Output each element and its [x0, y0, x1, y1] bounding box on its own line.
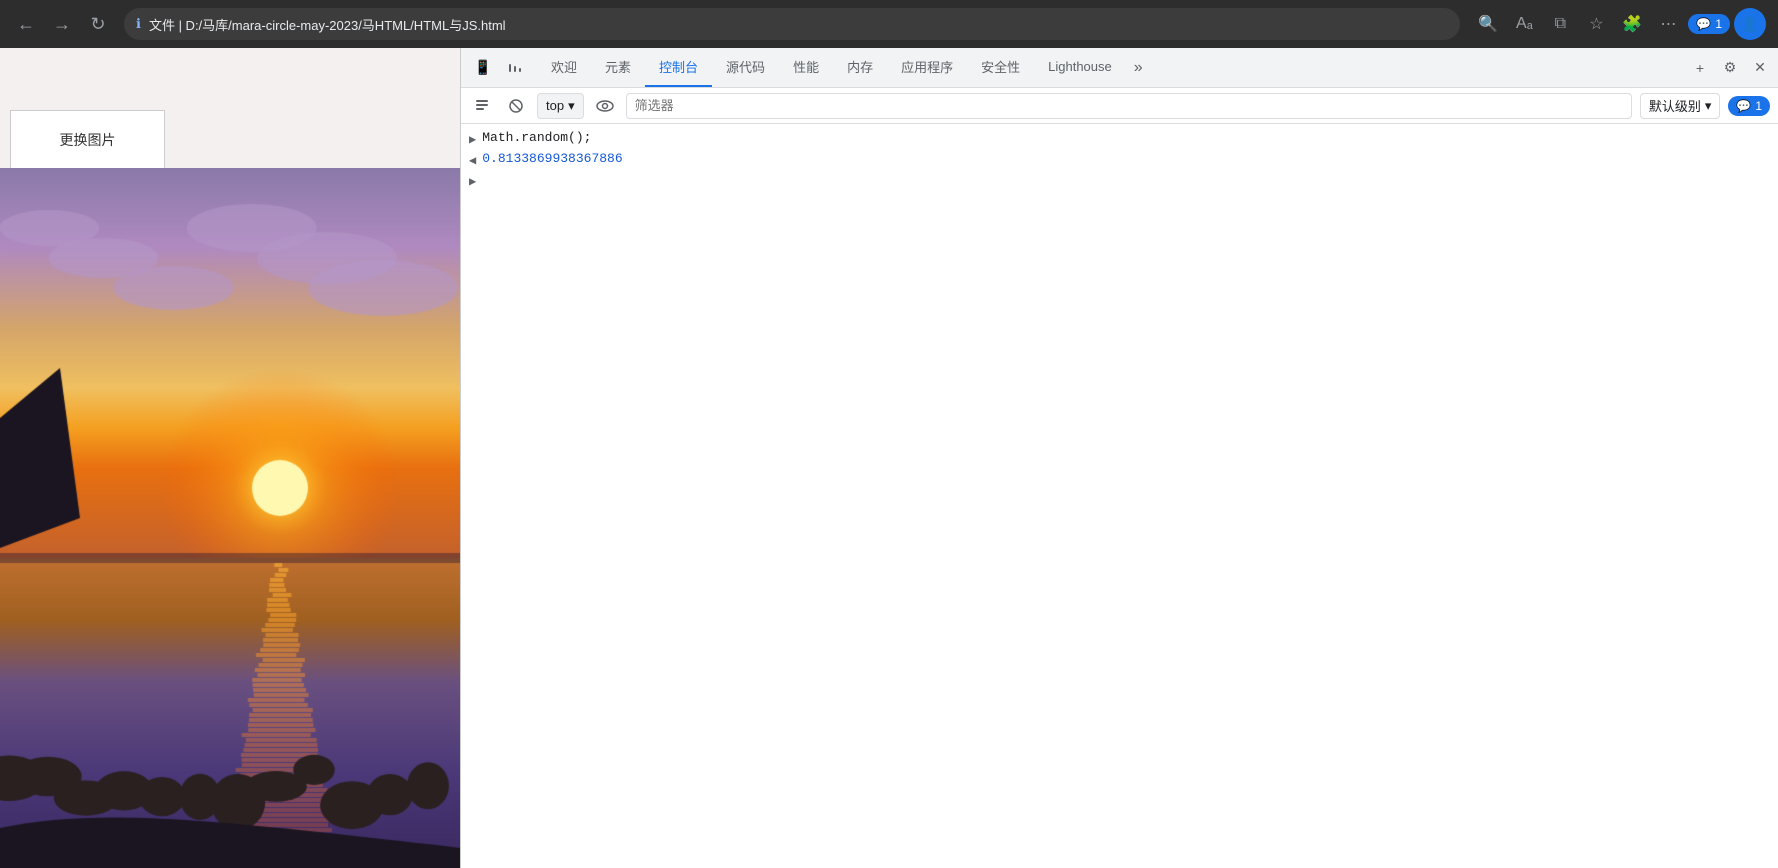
settings-button[interactable]: ⋯: [1652, 8, 1684, 40]
tab-lighthouse[interactable]: Lighthouse: [1034, 48, 1126, 87]
reload-button[interactable]: ↻: [84, 10, 112, 38]
reading-mode-button[interactable]: Aₐ: [1508, 8, 1540, 40]
expand-arrow[interactable]: ▶: [469, 132, 476, 147]
devtools-close-button[interactable]: ✕: [1746, 54, 1774, 82]
console-input-line: ▶ Math.random();: [461, 128, 1778, 149]
context-label: top: [546, 98, 564, 113]
back-button[interactable]: ←: [12, 10, 40, 38]
favorites-button[interactable]: ☆: [1580, 8, 1612, 40]
console-content: ▶ Math.random(); ◀ 0.8133869938367886 ▶: [461, 124, 1778, 868]
page-content: 更换图片: [0, 48, 460, 868]
tab-elements[interactable]: 元素: [591, 48, 645, 87]
browser-toolbar-right: 🔍 Aₐ ⧉ ☆ 🧩 ⋯ 💬 1 👤: [1472, 8, 1766, 40]
devtools-tab-icons: 📱: [469, 48, 537, 87]
context-dropdown-icon: ▾: [568, 98, 575, 114]
info-icon: ℹ: [136, 16, 141, 32]
issue-icon: 💬: [1736, 99, 1751, 113]
network-conditions-icon[interactable]: [501, 54, 529, 82]
log-level-selector[interactable]: 默认级别 ▾: [1640, 93, 1721, 119]
main-area: 更换图片 📱 欢迎 元素 控制台 源代码 性能 内: [0, 48, 1778, 868]
clear-console-button[interactable]: [469, 93, 495, 119]
console-prompt-line[interactable]: ▶: [461, 170, 1778, 191]
devtools-tab-actions: + ⚙ ✕: [1686, 48, 1778, 87]
tab-performance[interactable]: 性能: [779, 48, 833, 87]
return-arrow: ◀: [469, 153, 476, 168]
console-toolbar: top ▾ 默认级别 ▾ 💬 1: [461, 88, 1778, 124]
filter-input[interactable]: [626, 93, 1632, 119]
console-input-code: Math.random();: [482, 130, 591, 145]
more-tabs-button[interactable]: »: [1126, 48, 1151, 87]
tab-console[interactable]: 控制台: [645, 48, 712, 87]
profile-button[interactable]: 👤: [1734, 8, 1766, 40]
tab-welcome[interactable]: 欢迎: [537, 48, 591, 87]
tab-count-icon: 💬: [1696, 17, 1711, 31]
tab-memory[interactable]: 内存: [833, 48, 887, 87]
live-expression-button[interactable]: [592, 93, 618, 119]
split-button[interactable]: ⧉: [1544, 8, 1576, 40]
collections-button[interactable]: 🧩: [1616, 8, 1648, 40]
tab-security[interactable]: 安全性: [967, 48, 1034, 87]
log-level-dropdown-icon: ▾: [1705, 98, 1712, 114]
prompt-arrow: ▶: [469, 174, 476, 189]
issue-count: 1: [1755, 99, 1762, 113]
device-toggle-icon[interactable]: 📱: [469, 54, 497, 82]
tab-sources[interactable]: 源代码: [712, 48, 779, 87]
add-tab-button[interactable]: +: [1686, 54, 1714, 82]
console-output-line: ◀ 0.8133869938367886: [461, 149, 1778, 170]
log-level-label: 默认级别: [1649, 96, 1701, 115]
tab-application[interactable]: 应用程序: [887, 48, 967, 87]
devtools-panel: 📱 欢迎 元素 控制台 源代码 性能 内存 应用程序 安全性 Lighthous…: [460, 48, 1778, 868]
change-image-button[interactable]: 更换图片: [10, 110, 165, 170]
browser-chrome: ← → ↻ ℹ 文件 | D:/马库/mara-circle-may-2023/…: [0, 0, 1778, 48]
devtools-tabs: 📱 欢迎 元素 控制台 源代码 性能 内存 应用程序 安全性 Lighthous…: [461, 48, 1778, 88]
nav-buttons: ← → ↻: [12, 10, 112, 38]
console-return-value: 0.8133869938367886: [482, 151, 622, 166]
sunset-canvas: [0, 168, 460, 868]
devtools-settings-button[interactable]: ⚙: [1716, 54, 1744, 82]
address-text: 文件 | D:/马库/mara-circle-may-2023/马HTML/HT…: [149, 15, 506, 34]
console-cursor[interactable]: [482, 172, 490, 187]
context-selector[interactable]: top ▾: [537, 93, 584, 119]
zoom-button[interactable]: 🔍: [1472, 8, 1504, 40]
tab-count-number: 1: [1715, 17, 1722, 31]
block-requests-button[interactable]: [503, 93, 529, 119]
sunset-image: [0, 168, 460, 868]
issues-badge[interactable]: 💬 1: [1728, 96, 1770, 116]
tab-count-badge[interactable]: 💬 1: [1688, 14, 1730, 34]
forward-button[interactable]: →: [48, 10, 76, 38]
address-bar[interactable]: ℹ 文件 | D:/马库/mara-circle-may-2023/马HTML/…: [124, 8, 1460, 40]
